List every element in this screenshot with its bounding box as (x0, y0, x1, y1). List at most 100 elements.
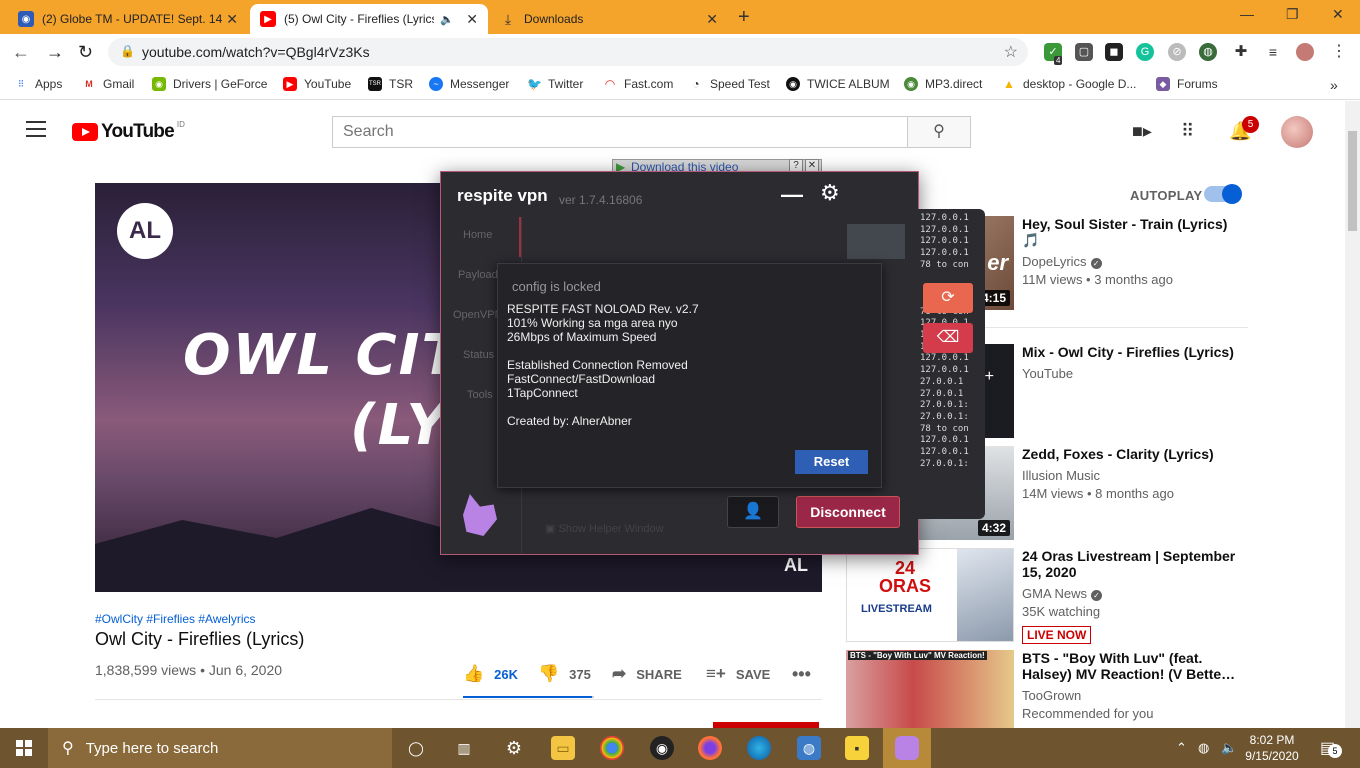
bookmark-messenger[interactable]: ~ Messenger (429, 77, 509, 91)
apps-grid-icon[interactable]: ⠿ (1181, 121, 1194, 142)
bookmark-mp3[interactable]: ◉ MP3.direct (904, 77, 982, 91)
tab-youtube[interactable]: ▶ (5) Owl City - Fireflies (Lyrics) 🔈 ✕ (250, 4, 488, 34)
bookmark-twitter[interactable]: 🐦 Twitter (527, 77, 583, 91)
file-explorer-icon[interactable]: ▭ (551, 736, 575, 760)
bookmark-forums[interactable]: ◆ Forums (1156, 77, 1218, 91)
volume-icon[interactable]: 🔈 (1221, 740, 1237, 756)
bookmark-gmail[interactable]: M Gmail (82, 77, 134, 91)
bookmark-speedtest[interactable]: ◔ Speed Test (689, 77, 769, 91)
recommendation-title[interactable]: 24 Oras Livestream | September 15, 2020 (1022, 548, 1242, 580)
menu-icon[interactable] (26, 121, 46, 142)
sidebar-item-tools[interactable]: Tools (467, 389, 493, 401)
video-thumbnail[interactable]: BTS - "Boy With Luv" MV Reaction! (846, 650, 1014, 728)
user-button[interactable]: 👤 (727, 496, 779, 528)
show-helper-checkbox[interactable]: ▣ Show Helper Window (545, 522, 664, 535)
bookmark-star-icon[interactable]: ☆ (1004, 42, 1018, 62)
bookmark-fast[interactable]: ◠ Fast.com (603, 77, 674, 91)
chrome-icon[interactable] (600, 736, 624, 760)
livestream-thumbnail[interactable]: 24 ORAS LIVESTREAM (846, 548, 1014, 642)
task-view-icon[interactable]: ▥ (452, 736, 476, 760)
edge-icon[interactable] (747, 736, 771, 760)
profile-avatar[interactable] (1296, 43, 1314, 61)
grammarly-icon[interactable]: G (1136, 43, 1154, 61)
bookmarks-overflow[interactable]: » (1330, 77, 1338, 93)
globe-extension-icon[interactable]: ◍ (1199, 43, 1217, 61)
clear-log-button[interactable]: ⌫ (923, 323, 973, 353)
recommendation-item[interactable]: BTS - "Boy With Luv" MV Reaction! BTS - … (846, 650, 1246, 728)
menu-kebab-icon[interactable]: ⋮ (1330, 43, 1348, 61)
block-icon[interactable]: ⊘ (1168, 43, 1186, 61)
settings-icon[interactable]: ⚙ (502, 736, 526, 760)
close-tab-icon[interactable]: ✕ (226, 11, 238, 28)
speaker-icon[interactable]: 🔈 (440, 13, 454, 26)
disconnect-button[interactable]: Disconnect (796, 496, 900, 528)
sticky-notes-icon[interactable]: ▪ (845, 736, 869, 760)
system-clock[interactable]: 8:02 PM 9/15/2020 (1240, 732, 1304, 764)
channel-name[interactable]: Illusion Music (1022, 468, 1100, 483)
sidebar-item-payload[interactable]: Payload (458, 269, 498, 281)
reset-button[interactable]: Reset (795, 450, 868, 474)
refresh-button[interactable]: ⟳ (923, 283, 973, 313)
channel-name[interactable]: TooGrown (1022, 688, 1081, 703)
recommendation-title[interactable]: BTS - "Boy With Luv" (feat. Halsey) MV R… (1022, 650, 1242, 682)
youtube-logo[interactable]: YouTube ID (72, 120, 185, 143)
start-button[interactable] (0, 728, 48, 768)
forward-icon[interactable]: → (46, 42, 64, 63)
recommendation-title[interactable]: Mix - Owl City - Fireflies (Lyrics) (1022, 344, 1242, 360)
bookmark-apps[interactable]: ⠿ Apps (14, 77, 63, 91)
media-queue-icon[interactable]: ≡ (1264, 43, 1282, 61)
network-globe-icon[interactable]: ◍ (1198, 740, 1209, 756)
autoplay-toggle[interactable] (1204, 184, 1242, 204)
config-locked-dialog[interactable]: config is locked RESPITE FAST NOLOAD Rev… (497, 263, 882, 488)
search-box[interactable] (332, 116, 908, 148)
tray-chevron-icon[interactable]: ⌃ (1176, 740, 1187, 756)
tampermonkey-icon[interactable]: ◼ (1105, 43, 1123, 61)
recommendation-title[interactable]: Hey, Soul Sister - Train (Lyrics) 🎵 (1022, 216, 1242, 248)
video-hashtags[interactable]: #OwlCity #Fireflies #Awelyrics (95, 612, 255, 626)
firefox-icon[interactable] (698, 736, 722, 760)
create-video-icon[interactable]: ■▸ (1132, 121, 1152, 142)
bookmark-tsr[interactable]: TSR TSR (368, 77, 413, 91)
channel-name[interactable]: YouTube (1022, 366, 1073, 381)
save-button[interactable]: ≡+ SAVE (706, 664, 770, 684)
recommendation-title[interactable]: Zedd, Foxes - Clarity (Lyrics) (1022, 446, 1242, 462)
share-button[interactable]: ➦ SHARE (612, 664, 682, 684)
channel-name[interactable]: GMA News ✓ (1022, 586, 1103, 601)
page-scrollbar[interactable] (1345, 101, 1360, 728)
more-actions-icon[interactable]: ••• (792, 664, 811, 685)
wolf-vpn-taskbar-icon[interactable] (895, 736, 919, 760)
minimize-window-icon[interactable]: — (1240, 6, 1254, 22)
scroll-thumb[interactable] (1348, 131, 1357, 231)
close-window-icon[interactable]: ✕ (1332, 6, 1344, 23)
bookmark-geforce[interactable]: ◉ Drivers | GeForce (152, 77, 267, 91)
dislike-button[interactable]: 👎 375 (538, 664, 591, 684)
search-button[interactable]: ⚲ (907, 116, 971, 148)
media-player-icon[interactable]: ◉ (650, 736, 674, 760)
like-button[interactable]: 👍 26K (463, 664, 518, 684)
address-bar[interactable]: 🔒 youtube.com/watch?v=QBgl4rVz3Ks ☆ (108, 38, 1028, 66)
minimize-button[interactable]: — (781, 182, 803, 208)
puzzle-icon[interactable]: ✚ (1232, 43, 1250, 61)
log-panel[interactable]: 127.0.0.1 127.0.0.1 127.0.0.1 127.0.0.1 … (915, 209, 985, 519)
action-center-icon[interactable]: ▤5 (1320, 738, 1342, 758)
recommendation-item[interactable]: 24 ORAS LIVESTREAM 24 Oras Livestream | … (846, 548, 1246, 644)
shield-outline-icon[interactable]: ▢ (1075, 43, 1093, 61)
restore-window-icon[interactable]: ❐ (1286, 6, 1299, 23)
close-tab-icon[interactable]: ✕ (466, 11, 478, 28)
bookmark-drive[interactable]: ▲ desktop - Google D... (1002, 77, 1136, 91)
sidebar-item-openvpn[interactable]: OpenVPN (453, 309, 503, 321)
close-tab-icon[interactable]: ✕ (706, 11, 718, 28)
tab-globe[interactable]: ◉ (2) Globe TM - UPDATE! Sept. 14 ✕ (8, 4, 248, 34)
sidebar-item-status[interactable]: Status (463, 349, 494, 361)
bookmark-twice[interactable]: ◉ TWICE ALBUM (786, 77, 890, 91)
bookmark-youtube[interactable]: ▶ YouTube (283, 77, 351, 91)
account-avatar[interactable] (1281, 116, 1313, 148)
network-app-icon[interactable]: ◍ (797, 736, 821, 760)
reload-icon[interactable]: ↻ (78, 42, 93, 63)
taskbar-search[interactable]: ⚲ Type here to search (48, 728, 392, 768)
channel-name[interactable]: DopeLyrics ✓ (1022, 254, 1102, 269)
sidebar-item-home[interactable]: Home (463, 229, 492, 241)
search-input[interactable] (333, 117, 907, 147)
back-icon[interactable]: ← (12, 42, 30, 63)
cortana-icon[interactable]: ◯ (404, 736, 428, 760)
